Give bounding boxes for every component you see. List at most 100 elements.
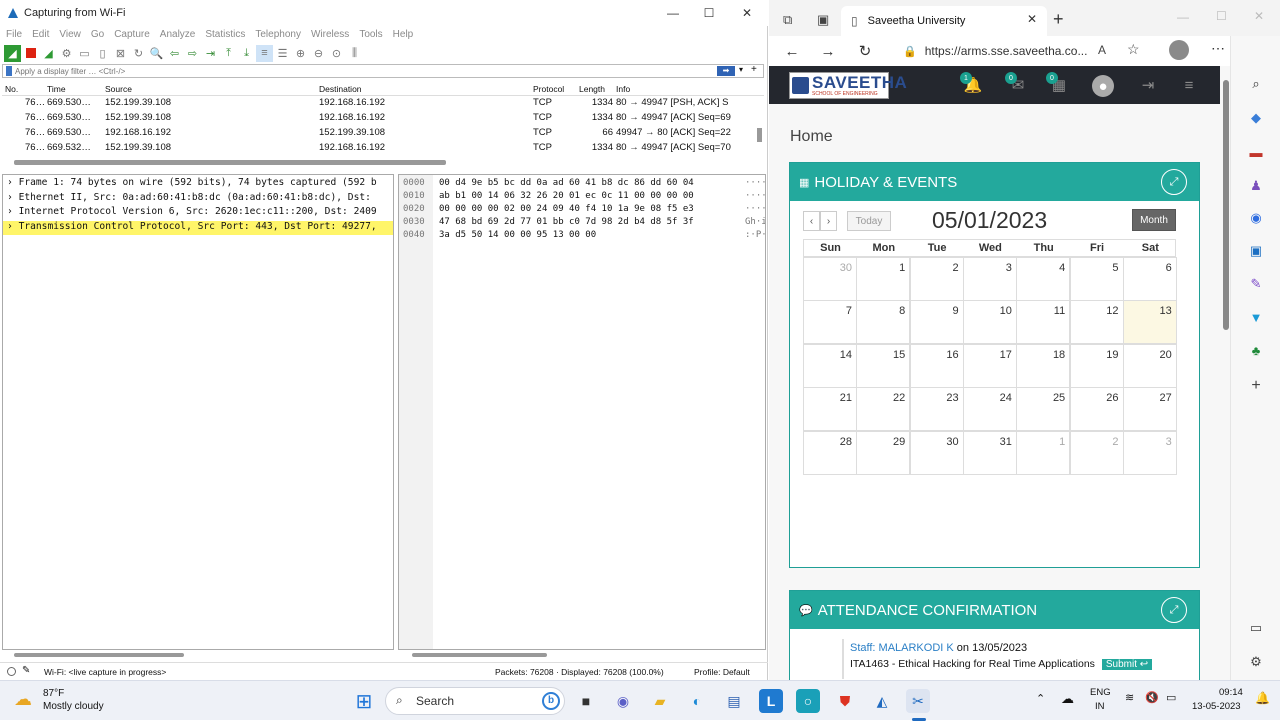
menu-item-statistics[interactable]: Statistics (205, 29, 245, 40)
sidebar-drop-icon[interactable]: ▼ (1246, 307, 1266, 327)
url-field[interactable]: 🔒 https://arms.sse.saveetha.co... (895, 41, 1103, 61)
save-file-icon[interactable]: ▯ (94, 45, 111, 62)
maximize-button[interactable]: ☐ (690, 0, 728, 26)
calendar-day[interactable]: 10 (962, 300, 1017, 345)
edge-icon[interactable]: ◐ (685, 689, 709, 713)
wifi-icon[interactable]: ≋ (1125, 691, 1134, 704)
last-packet-icon[interactable]: ⤓ (238, 45, 255, 62)
calendar-day[interactable]: 31 (962, 430, 1017, 475)
messages-icon[interactable]: ✉ 0 (1005, 72, 1028, 95)
resize-columns-icon[interactable]: ⫼ (346, 45, 363, 62)
add-filter-icon[interactable]: + (751, 64, 757, 75)
forward-icon[interactable]: → (813, 36, 843, 66)
hex-row[interactable]: 0030 47 68 bd 69 2d 77 01 bb c0 7d 98 2d … (399, 217, 765, 230)
app-o-icon[interactable]: ○ (796, 689, 820, 713)
clock-date[interactable]: 13-05-2023 (1192, 701, 1241, 712)
menu-item-capture[interactable]: Capture (114, 29, 150, 40)
packet-list-hscrollbar[interactable] (14, 160, 446, 165)
calendar-day[interactable]: 3 (1122, 430, 1177, 475)
read-aloud-icon[interactable]: A (1098, 43, 1106, 57)
saveetha-logo[interactable]: SAVEETHA SCHOOL OF ENGINEERING (789, 72, 907, 99)
tab-actions-icon[interactable]: ▣ (817, 12, 829, 28)
browser-close-button[interactable]: ✕ (1254, 9, 1264, 23)
calendar-day[interactable]: 3 (962, 257, 1017, 301)
hex-row[interactable]: 0020 00 00 00 00 02 00 24 09 40 f4 10 1a … (399, 204, 765, 217)
menu-item-edit[interactable]: Edit (32, 29, 49, 40)
logout-icon[interactable]: ⇥ (1138, 75, 1158, 95)
back-icon[interactable]: ← (777, 36, 807, 66)
mcafee-icon[interactable]: ⛊ (833, 689, 857, 713)
new-tab-icon[interactable]: + (1053, 9, 1064, 30)
browser-maximize-button[interactable]: ☐ (1216, 9, 1227, 23)
calendar-day[interactable]: 17 (962, 343, 1017, 388)
menu-item-view[interactable]: View (59, 29, 81, 40)
hamburger-menu-icon[interactable]: ≡ (1179, 75, 1199, 95)
profile-avatar[interactable] (1169, 40, 1189, 60)
expand-chevron-icon[interactable]: › (7, 221, 19, 232)
expand-icon[interactable]: ⤢ (1161, 169, 1187, 195)
calendar-day[interactable]: 15 (856, 343, 911, 388)
calendar-day[interactable]: 7 (803, 300, 857, 345)
settings-more-icon[interactable]: ⋯ (1211, 40, 1225, 57)
sidebar-tools-icon[interactable]: ▬ (1246, 142, 1266, 162)
onedrive-icon[interactable]: ☁ (1061, 691, 1074, 707)
sidebar-search-icon[interactable]: ⌕ (1246, 74, 1266, 94)
packet-row[interactable]: 76… 669.530… 152.199.39.108 192.168.16.192 T… (2, 96, 757, 110)
calendar-day[interactable]: 19 (1069, 343, 1124, 388)
menu-item-help[interactable]: Help (393, 29, 414, 40)
submit-button[interactable]: Submit ↩ (1101, 659, 1153, 670)
attendance-expand-icon[interactable]: ⤢ (1161, 597, 1187, 623)
detail-tree-row[interactable]: › Transmission Control Protocol, Src Por… (3, 220, 393, 235)
calendar-day[interactable]: 16 (909, 343, 964, 388)
col-info[interactable]: Info (616, 84, 630, 94)
calendar-day[interactable]: 22 (856, 387, 911, 432)
next-month-button[interactable]: › (820, 211, 837, 231)
expert-info-icon[interactable] (7, 667, 16, 676)
packet-row[interactable]: 76… 669.530… 152.199.39.108 192.168.16.192 T… (2, 111, 757, 125)
menu-item-analyze[interactable]: Analyze (160, 29, 196, 40)
weather-temp[interactable]: 87°F (43, 688, 64, 699)
calendar-day-today[interactable]: 13 (1122, 300, 1177, 345)
menu-item-wireless[interactable]: Wireless (311, 29, 349, 40)
sidebar-games-icon[interactable]: ♟ (1246, 176, 1266, 196)
sidebar-add-icon[interactable]: + (1246, 376, 1266, 396)
expand-chevron-icon[interactable]: › (7, 177, 19, 188)
notification-center-icon[interactable]: 🔔 (1255, 691, 1270, 705)
teams-chat-icon[interactable]: ◉ (611, 689, 635, 713)
refresh-icon[interactable]: ↻ (850, 36, 880, 66)
app-l-icon[interactable]: L (759, 689, 783, 713)
close-button[interactable]: ✕ (728, 0, 766, 26)
calendar-day[interactable]: 28 (803, 430, 857, 475)
calendar-day[interactable]: 1 (856, 257, 911, 301)
open-file-icon[interactable]: ▭ (76, 45, 93, 62)
calendar-day[interactable]: 9 (909, 300, 964, 345)
file-explorer-icon[interactable]: ▰ (648, 689, 672, 713)
filter-dropdown-icon[interactable]: ▾ (739, 65, 743, 74)
go-forward-icon[interactable]: ⇨ (184, 45, 201, 62)
close-file-icon[interactable]: ⊠ (112, 45, 129, 62)
sidebar-shopping-icon[interactable]: ◆ (1246, 108, 1266, 128)
calendar-day[interactable]: 2 (1069, 430, 1124, 475)
staff-link[interactable]: Staff: MALARKODI K (850, 642, 954, 654)
calendar-day[interactable]: 29 (856, 430, 911, 475)
taskbar-search[interactable]: ⌕ Search b (385, 687, 565, 715)
col-time[interactable]: Time (47, 84, 66, 94)
volume-icon[interactable]: 🔇 (1145, 691, 1159, 704)
normal-size-icon[interactable]: ⊙ (328, 45, 345, 62)
stop-capture-icon[interactable] (22, 45, 39, 62)
col-length[interactable]: Length (579, 84, 605, 94)
calendar-day[interactable]: 1 (1016, 430, 1071, 475)
zoom-out-icon[interactable]: ⊖ (310, 45, 327, 62)
restart-capture-icon[interactable]: ◢ (40, 45, 57, 62)
task-view-icon[interactable]: ■ (574, 689, 598, 713)
calendar-day[interactable]: 25 (1016, 387, 1071, 432)
packet-row[interactable]: 76… 669.530… 192.168.16.192 152.199.39.108 T… (2, 126, 757, 140)
sidebar-designer-icon[interactable]: ✎ (1246, 274, 1266, 294)
menu-item-file[interactable]: File (6, 29, 22, 40)
detail-tree-row[interactable]: › Frame 1: 74 bytes on wire (592 bits), … (3, 177, 393, 191)
calendar-day[interactable]: 8 (856, 300, 911, 345)
prev-month-button[interactable]: ‹ (803, 211, 820, 231)
detail-tree-row[interactable]: › Internet Protocol Version 6, Src: 2620… (3, 206, 393, 220)
autoscroll-icon[interactable]: ≡ (256, 44, 273, 62)
calendar-day[interactable]: 20 (1122, 343, 1177, 388)
